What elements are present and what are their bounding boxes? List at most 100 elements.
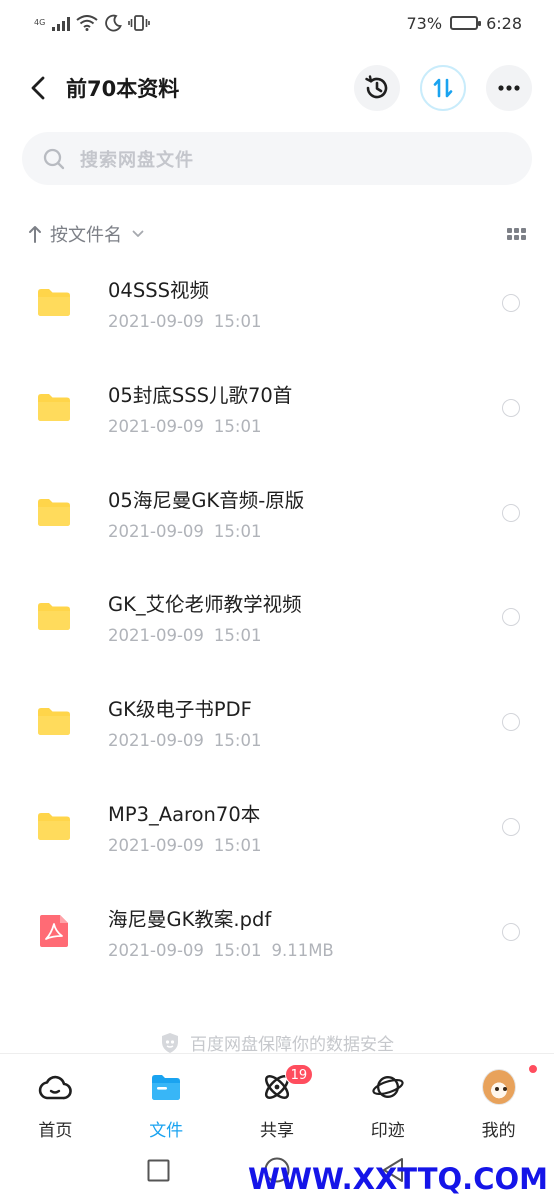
file-name: 05海尼曼GK音频-原版 xyxy=(108,488,305,512)
file-name: 05封底SSS儿歌70首 xyxy=(108,383,293,407)
me-icon-wrap xyxy=(481,1069,516,1105)
recent-apps-square-icon[interactable] xyxy=(147,1159,170,1182)
status-right: 73% 6:28 xyxy=(407,14,523,33)
file-meta: 2021-09-09 15:01 xyxy=(108,731,261,750)
cellular-signal-icon xyxy=(52,15,71,31)
search-icon xyxy=(43,148,65,169)
header-bar: 前70本资料 xyxy=(0,58,554,118)
folder-icon xyxy=(38,393,70,421)
file-time: 15:01 xyxy=(213,835,262,855)
clock-time: 6:28 xyxy=(486,13,522,33)
file-list-item[interactable]: MP3_Aaron70本 2021-09-09 15:01 xyxy=(0,786,554,891)
file-meta: 2021-09-09 15:01 9.11MB xyxy=(108,941,334,960)
file-date: 2021-09-09 xyxy=(108,521,204,541)
status-left: 4G xyxy=(34,14,151,32)
file-meta: 2021-09-09 15:01 xyxy=(108,626,261,645)
transfer-icon xyxy=(433,78,453,98)
file-time: 15:01 xyxy=(213,626,262,646)
select-checkbox[interactable] xyxy=(502,398,520,417)
select-checkbox[interactable] xyxy=(502,922,520,941)
battery-percent: 73% xyxy=(406,13,443,33)
shield-icon xyxy=(162,1032,178,1053)
folder-icon xyxy=(38,498,70,526)
file-list-item[interactable]: GK级电子书PDF 2021-09-09 15:01 xyxy=(0,681,554,786)
file-meta: 2021-09-09 15:01 xyxy=(108,836,261,855)
file-date: 2021-09-09 xyxy=(108,940,204,960)
file-time: 15:01 xyxy=(213,416,262,436)
transfer-button[interactable] xyxy=(420,65,466,111)
pdf-file-icon xyxy=(40,914,68,947)
battery-icon xyxy=(450,16,482,30)
vibrate-icon xyxy=(128,15,151,31)
network-type-label: 4G xyxy=(34,18,46,27)
status-bar: 4G 73% 6:28 xyxy=(0,0,554,46)
file-name: MP3_Aaron70本 xyxy=(108,802,261,826)
select-checkbox[interactable] xyxy=(502,503,520,522)
tab-share-label: 共享 xyxy=(259,1121,294,1141)
folder-icon xyxy=(38,708,70,736)
file-meta: 2021-09-09 15:01 xyxy=(108,522,261,541)
tab-home-label: 首页 xyxy=(38,1121,73,1141)
safety-note-text: 百度网盘保障你的数据安全 xyxy=(190,1035,394,1055)
tab-me[interactable]: 我的 xyxy=(443,1054,554,1143)
file-list: 04SSS视频 2021-09-09 15:01 05封底SSS儿歌70首 2021-… xyxy=(0,262,554,996)
file-list-item[interactable]: 海尼曼GK教案.pdf 2021-09-09 15:01 9.11MB xyxy=(0,891,554,996)
file-size: 9.11MB xyxy=(271,940,334,960)
sort-row: 按文件名 xyxy=(28,214,526,254)
file-time: 15:01 xyxy=(213,940,262,960)
search-input[interactable]: 搜索网盘文件 xyxy=(22,132,532,185)
folder-icon xyxy=(38,603,70,631)
search-placeholder: 搜索网盘文件 xyxy=(80,149,194,171)
select-checkbox[interactable] xyxy=(502,817,520,836)
sort-arrow-up-icon[interactable] xyxy=(28,225,42,243)
select-checkbox[interactable] xyxy=(502,713,520,732)
page-title: 前70本资料 xyxy=(66,77,180,101)
history-icon xyxy=(365,75,388,99)
folder-icon xyxy=(38,289,70,316)
file-list-item[interactable]: GK_艾伦老师教学视频 2021-09-09 15:01 xyxy=(0,576,554,681)
cloud-home-icon xyxy=(39,1075,73,1100)
file-name: GK级电子书PDF xyxy=(108,698,252,722)
me-red-dot xyxy=(527,1063,540,1075)
bottom-tab-bar: 首页 文件 19 共享 印迹 我的 xyxy=(0,1053,554,1143)
tab-files-label: 文件 xyxy=(149,1121,184,1141)
wifi-icon xyxy=(76,15,98,31)
history-button[interactable] xyxy=(354,65,400,111)
file-name: 04SSS视频 xyxy=(108,279,209,302)
file-meta: 2021-09-09 15:01 xyxy=(108,417,261,436)
avatar xyxy=(481,1069,516,1105)
tab-traces-label: 印迹 xyxy=(370,1121,405,1141)
do-not-disturb-moon-icon xyxy=(105,14,123,32)
file-date: 2021-09-09 xyxy=(108,626,204,646)
folder-tab-icon xyxy=(152,1075,181,1100)
traces-icon-wrap xyxy=(371,1070,405,1104)
file-list-item[interactable]: 04SSS视频 2021-09-09 15:01 xyxy=(0,262,554,367)
file-time: 15:01 xyxy=(213,312,262,331)
home-cloud-icon-wrap xyxy=(38,1070,73,1104)
tab-share[interactable]: 19 共享 xyxy=(222,1054,333,1143)
share-notification-badge: 19 xyxy=(284,1064,314,1085)
chevron-left-icon xyxy=(31,76,45,100)
grid-view-icon[interactable] xyxy=(507,228,526,240)
select-checkbox[interactable] xyxy=(502,294,520,312)
folder-icon xyxy=(38,812,70,840)
more-icon xyxy=(498,85,520,91)
file-list-item[interactable]: 05封底SSS儿歌70首 2021-09-09 15:01 xyxy=(0,367,554,472)
file-date: 2021-09-09 xyxy=(108,416,204,436)
watermark-text: WWW.XXTTQ.COM xyxy=(247,1162,548,1196)
select-checkbox[interactable] xyxy=(502,608,520,627)
tab-home[interactable]: 首页 xyxy=(0,1054,111,1143)
files-icon-wrap xyxy=(149,1070,183,1104)
file-list-item[interactable]: 05海尼曼GK音频-原版 2021-09-09 15:01 xyxy=(0,472,554,577)
sort-by-name-button[interactable]: 按文件名 xyxy=(50,221,122,247)
more-button[interactable] xyxy=(486,65,532,111)
tab-files[interactable]: 文件 xyxy=(111,1054,222,1143)
back-button[interactable] xyxy=(24,68,52,108)
safety-note: 百度网盘保障你的数据安全 xyxy=(0,1030,554,1055)
tab-traces[interactable]: 印迹 xyxy=(332,1054,443,1143)
file-date: 2021-09-09 xyxy=(108,312,204,331)
system-navigation-bar: WWW.XXTTQ.COM xyxy=(0,1143,554,1200)
file-time: 15:01 xyxy=(213,731,262,751)
chevron-down-icon[interactable] xyxy=(132,230,144,238)
file-meta: 2021-09-09 15:01 xyxy=(108,312,261,331)
